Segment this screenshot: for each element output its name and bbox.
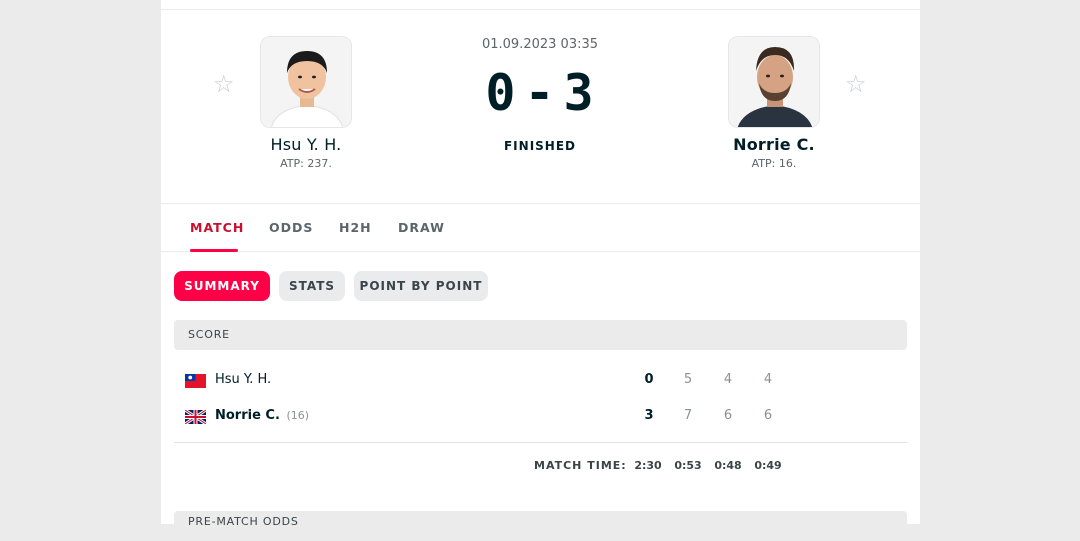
score-set-2: 6 bbox=[723, 408, 733, 423]
score-home: 0 bbox=[485, 64, 517, 122]
player-seed: (16) bbox=[286, 409, 310, 422]
favorite-star-icon-home[interactable]: ☆ bbox=[213, 70, 235, 98]
player-avatar-away bbox=[729, 37, 819, 127]
score-total: 0 bbox=[644, 372, 654, 387]
subtab-summary[interactable]: SUMMARY bbox=[174, 271, 270, 301]
score-set-1: 5 bbox=[683, 372, 693, 387]
score-row-player-name[interactable]: Hsu Y. H. bbox=[215, 372, 271, 387]
active-tab-indicator bbox=[190, 249, 238, 252]
match-score: 0 - 3 bbox=[440, 64, 640, 122]
score-set-3: 4 bbox=[763, 372, 773, 387]
match-status: FINISHED bbox=[503, 139, 576, 153]
score-set-1: 7 bbox=[683, 408, 693, 423]
score-row-home: Hsu Y. H. 0 5 4 4 bbox=[174, 365, 907, 395]
score-separator: - bbox=[524, 64, 556, 122]
top-divider bbox=[161, 9, 920, 10]
player-name: Norrie C. bbox=[215, 408, 280, 423]
subtab-stats[interactable]: STATS bbox=[279, 271, 345, 301]
player-photo-home[interactable] bbox=[260, 36, 352, 128]
favorite-star-icon-away[interactable]: ☆ bbox=[845, 70, 867, 98]
score-row-away: Norrie C. (16) 3 7 6 6 bbox=[174, 401, 907, 431]
score-section-header: SCORE bbox=[174, 320, 907, 350]
match-datetime: 01.09.2023 03:35 bbox=[481, 37, 599, 52]
tab-odds[interactable]: ODDS bbox=[269, 220, 313, 235]
subtab-point-by-point[interactable]: POINT BY POINT bbox=[354, 271, 488, 301]
tab-h2h[interactable]: H2H bbox=[339, 220, 372, 235]
player-name-away[interactable]: Norrie C. bbox=[674, 135, 874, 154]
tab-match[interactable]: MATCH bbox=[190, 220, 244, 235]
score-set-2: 4 bbox=[723, 372, 733, 387]
match-time-set-2: 0:48 bbox=[714, 459, 742, 472]
score-set-3: 6 bbox=[763, 408, 773, 423]
uk-flag-icon bbox=[185, 410, 206, 424]
match-time-total: 2:30 bbox=[634, 459, 662, 472]
taiwan-flag-icon bbox=[185, 374, 206, 388]
player-rank-away: ATP: 16. bbox=[751, 157, 797, 170]
match-time-set-3: 0:49 bbox=[754, 459, 782, 472]
player-rank-home: ATP: 237. bbox=[280, 157, 332, 170]
match-tabs: MATCH ODDS H2H DRAW bbox=[161, 204, 920, 252]
player-name-home[interactable]: Hsu Y. H. bbox=[206, 135, 406, 154]
pre-match-odds-header: PRE-MATCH ODDS bbox=[174, 511, 907, 541]
player-avatar-home bbox=[261, 37, 351, 127]
score-divider bbox=[174, 442, 907, 443]
match-card: ☆ Hsu Y. H. ATP: 237. 01.09.2023 03:35 0… bbox=[161, 0, 920, 541]
tab-draw[interactable]: DRAW bbox=[398, 220, 445, 235]
score-total: 3 bbox=[644, 408, 654, 423]
match-time-label: MATCH TIME: bbox=[534, 459, 627, 472]
player-photo-away[interactable] bbox=[728, 36, 820, 128]
score-away: 3 bbox=[563, 64, 595, 122]
score-row-player-name[interactable]: Norrie C. (16) bbox=[215, 408, 309, 423]
match-time-set-1: 0:53 bbox=[674, 459, 702, 472]
